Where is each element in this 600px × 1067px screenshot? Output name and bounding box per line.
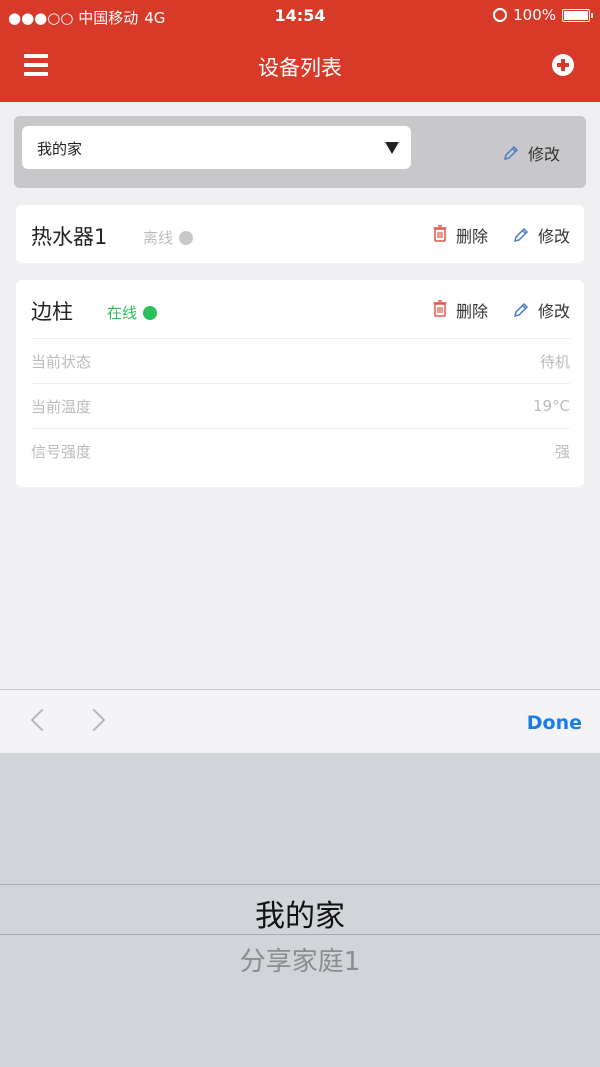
chevron-right-icon[interactable] (82, 708, 106, 732)
picker-option-selected[interactable]: 我的家 (0, 891, 600, 935)
delete-label: 删除 (455, 302, 488, 321)
device-details: 当前状态 待机 当前温度 19°C 信号强度 强 (31, 338, 570, 473)
status-bar: ●●●○○ 中国移动 4G 14:54 100% (0, 0, 600, 32)
rotation-lock-icon (493, 8, 508, 22)
device-name: 热水器1 (31, 225, 108, 249)
picker-option[interactable]: 分享家庭1 (0, 941, 600, 978)
trash-icon (432, 299, 448, 321)
offline-dot-icon (179, 230, 194, 245)
home-select[interactable]: 我的家 (22, 126, 411, 169)
edit-device-button[interactable]: 修改 (512, 298, 570, 322)
pencil-icon (502, 144, 520, 162)
trash-icon (432, 224, 448, 246)
detail-label: 信号强度 (31, 442, 92, 461)
picker-divider (0, 884, 600, 885)
pencil-icon (512, 301, 530, 319)
edit-home-label: 修改 (527, 145, 560, 164)
edit-label: 修改 (537, 227, 570, 246)
detail-label: 当前状态 (31, 352, 92, 371)
battery-percent: 100% (513, 6, 556, 24)
page-title: 设备列表 (258, 56, 342, 80)
detail-label: 当前温度 (31, 397, 92, 416)
home-picker[interactable]: 我的家 分享家庭1 (0, 753, 600, 1067)
device-name: 边柱 (31, 300, 73, 324)
caret-down-icon (385, 142, 399, 154)
pencil-icon (512, 226, 530, 244)
detail-value: 待机 (539, 352, 570, 371)
device-card: 热水器1 离线 删除 修改 (16, 205, 584, 263)
device-status: 离线 (143, 227, 194, 248)
home-select-value: 我的家 (37, 140, 83, 158)
delete-device-button[interactable]: 删除 (432, 298, 488, 322)
detail-value: 强 (554, 442, 570, 461)
detail-row: 当前温度 19°C (31, 383, 570, 428)
delete-device-button[interactable]: 删除 (432, 223, 488, 247)
battery-icon (562, 8, 593, 22)
device-card: 边柱 在线 删除 修改 当前状态 待机 当前温度 19°C 信号强度 强 (16, 280, 584, 487)
chevron-left-icon[interactable] (30, 708, 54, 732)
online-dot-icon (143, 305, 158, 320)
edit-home-button[interactable]: 修改 (502, 141, 560, 165)
detail-row: 信号强度 强 (31, 428, 570, 473)
device-status-label: 在线 (107, 304, 138, 322)
detail-value: 19°C (532, 397, 570, 415)
done-button[interactable]: Done (527, 712, 582, 734)
detail-row: 当前状态 待机 (31, 338, 570, 383)
device-status: 在线 (107, 302, 158, 323)
nav-bar: 设备列表 (0, 32, 600, 102)
input-accessory-bar: Done (0, 689, 600, 753)
device-status-label: 离线 (143, 229, 174, 247)
edit-label: 修改 (537, 302, 570, 321)
add-device-icon[interactable] (552, 54, 574, 76)
top-bar: ●●●○○ 中国移动 4G 14:54 100% 设备列表 (0, 0, 600, 102)
edit-device-button[interactable]: 修改 (512, 223, 570, 247)
delete-label: 删除 (455, 227, 488, 246)
home-selector-panel: 我的家 修改 (14, 116, 586, 188)
